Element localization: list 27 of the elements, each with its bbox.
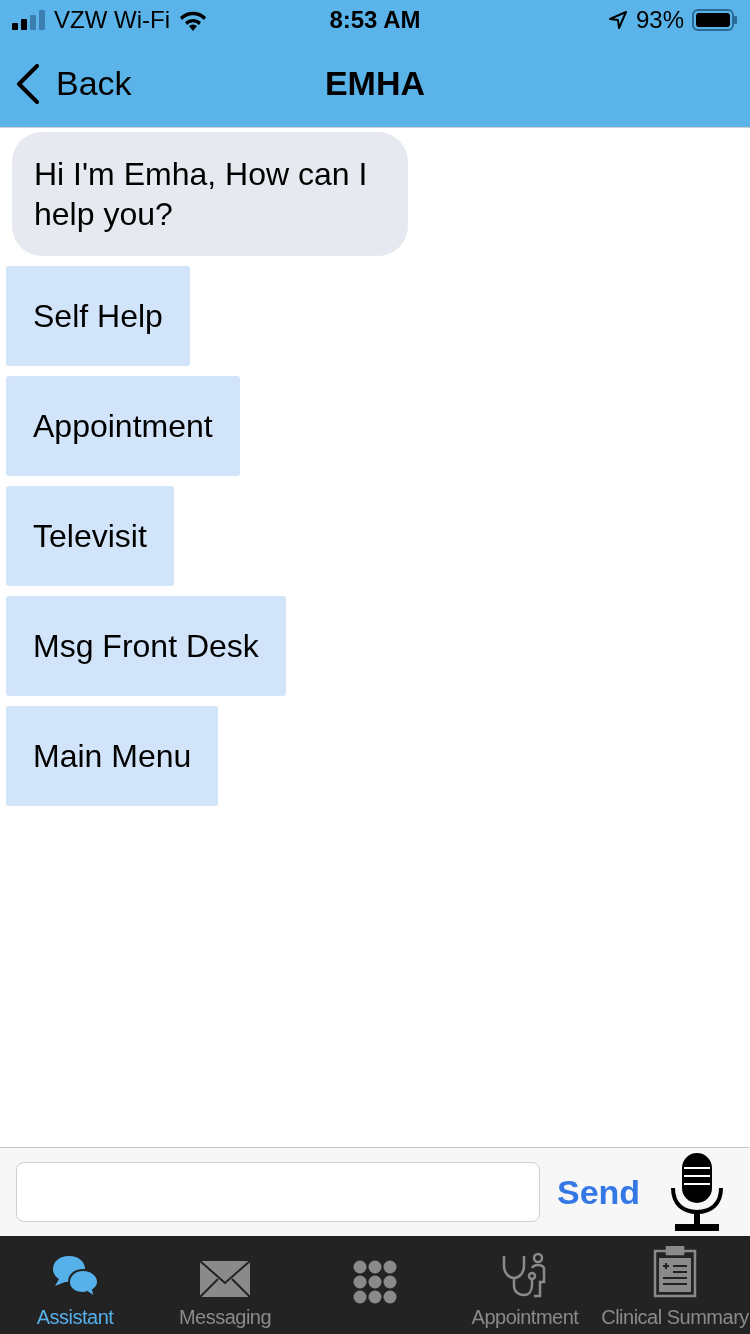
signal-icon: [12, 10, 46, 30]
microphone-icon[interactable]: [670, 1152, 725, 1232]
chat-bubbles-icon: [51, 1254, 99, 1298]
chevron-left-icon: [16, 63, 40, 104]
screen-title: EMHA: [324, 63, 426, 104]
quick-reply-button[interactable]: Appointment: [6, 376, 240, 476]
wifi-icon: [177, 9, 208, 31]
tab-bar-item[interactable]: Assistant: [0, 1236, 150, 1334]
quick-reply-button[interactable]: Televisit: [6, 486, 174, 586]
message-input-field[interactable]: [16, 1162, 540, 1222]
tab-bar-item[interactable]: Appointment: [450, 1236, 600, 1334]
battery-icon: [692, 9, 738, 31]
quick-reply-button[interactable]: Main Menu: [6, 706, 219, 806]
location-arrow-icon: [607, 10, 628, 30]
tab-bar-item[interactable]: Clinical Summary: [600, 1236, 750, 1334]
clock-text: 8:53 AM: [328, 5, 422, 35]
envelope-icon: [199, 1260, 251, 1298]
battery-percent-text: 93%: [635, 5, 684, 35]
back-button[interactable]: Back: [0, 58, 132, 109]
app-grid-icon: [353, 1260, 397, 1304]
quick-reply-button[interactable]: Self Help: [6, 266, 190, 366]
clipboard-icon: [653, 1246, 697, 1298]
carrier-text: VZW Wi-Fi: [54, 5, 170, 35]
tab-bar-item[interactable]: Messaging: [150, 1236, 300, 1334]
bot-message-bubble: Hi I'm Emha, How can I help you?: [12, 132, 408, 256]
send-button[interactable]: Send: [557, 1166, 641, 1218]
quick-reply-button[interactable]: Msg Front Desk: [6, 596, 286, 696]
